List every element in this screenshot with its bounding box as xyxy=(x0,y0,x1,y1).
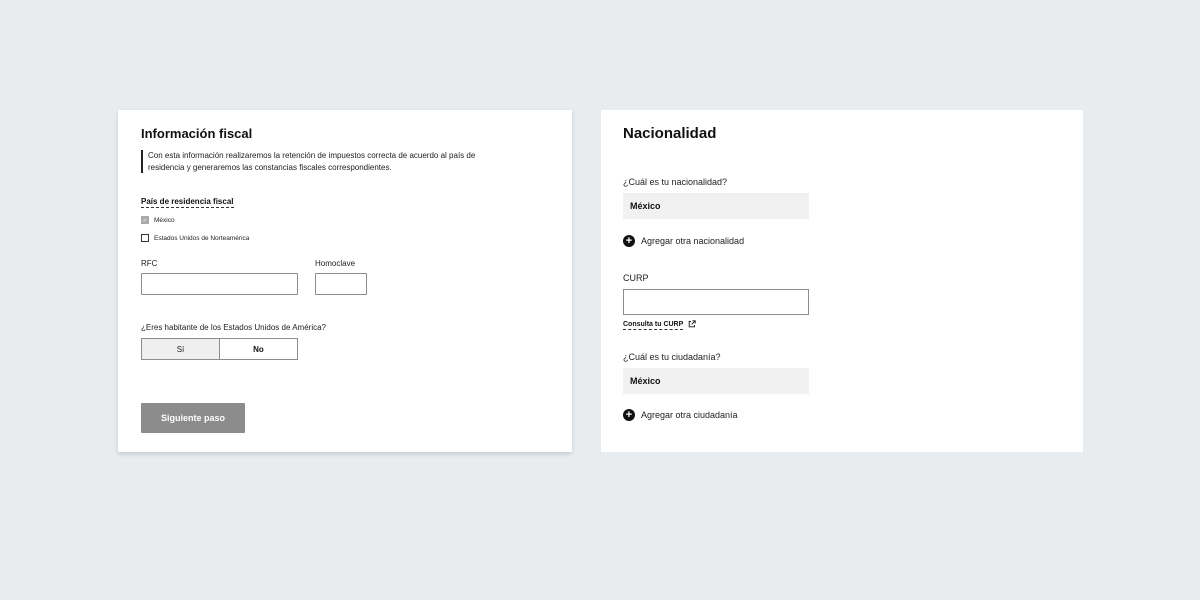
homoclave-label: Homoclave xyxy=(315,259,356,268)
curp-lookup-link[interactable]: Consulta tu CURP xyxy=(623,320,696,330)
fiscal-description: Con esta información realizaremos la ret… xyxy=(141,150,478,173)
add-citizenship-button[interactable]: + Agregar otra ciudadanía xyxy=(623,409,738,421)
rfc-input[interactable] xyxy=(141,273,298,295)
no-option[interactable]: No xyxy=(220,339,297,359)
yes-option[interactable]: Sí xyxy=(142,339,220,359)
homoclave-input[interactable] xyxy=(315,273,367,295)
rfc-label: RFC xyxy=(141,259,158,268)
add-nationality-label: Agregar otra nacionalidad xyxy=(641,236,745,246)
us-resident-toggle: Sí No xyxy=(141,338,298,360)
fiscal-info-card: Información fiscal Con esta información … xyxy=(118,110,572,452)
external-link-icon xyxy=(688,320,696,330)
add-citizenship-label: Agregar otra ciudadanía xyxy=(641,410,738,420)
country-option-mexico[interactable]: ✓ México xyxy=(141,216,175,224)
plus-circle-icon: + xyxy=(623,409,635,421)
curp-label: CURP xyxy=(623,273,649,283)
curp-link-label: Consulta tu CURP xyxy=(623,320,684,330)
country-option-label: Estados Unidos de Norteamérica xyxy=(154,234,250,242)
plus-circle-icon: + xyxy=(623,235,635,247)
curp-input[interactable] xyxy=(623,289,809,315)
checkbox-unchecked-icon[interactable] xyxy=(141,234,149,242)
country-option-label: México xyxy=(154,216,175,224)
fiscal-title: Información fiscal xyxy=(141,126,253,141)
country-option-usa[interactable]: Estados Unidos de Norteamérica xyxy=(141,234,249,242)
tax-residence-label: País de residencia fiscal xyxy=(141,197,234,208)
citizenship-question: ¿Cuál es tu ciudadanía? xyxy=(623,352,721,362)
nationality-card: Nacionalidad ¿Cuál es tu nacionalidad? M… xyxy=(601,110,1083,452)
check-icon[interactable]: ✓ xyxy=(141,216,149,224)
citizenship-select[interactable]: México xyxy=(623,368,809,394)
nationality-title: Nacionalidad xyxy=(623,125,717,142)
add-nationality-button[interactable]: + Agregar otra nacionalidad xyxy=(623,235,744,247)
next-step-button[interactable]: Siguiente paso xyxy=(141,403,245,433)
nationality-select[interactable]: México xyxy=(623,193,809,219)
nationality-question: ¿Cuál es tu nacionalidad? xyxy=(623,177,728,187)
us-resident-question: ¿Eres habitante de los Estados Unidos de… xyxy=(141,323,326,332)
